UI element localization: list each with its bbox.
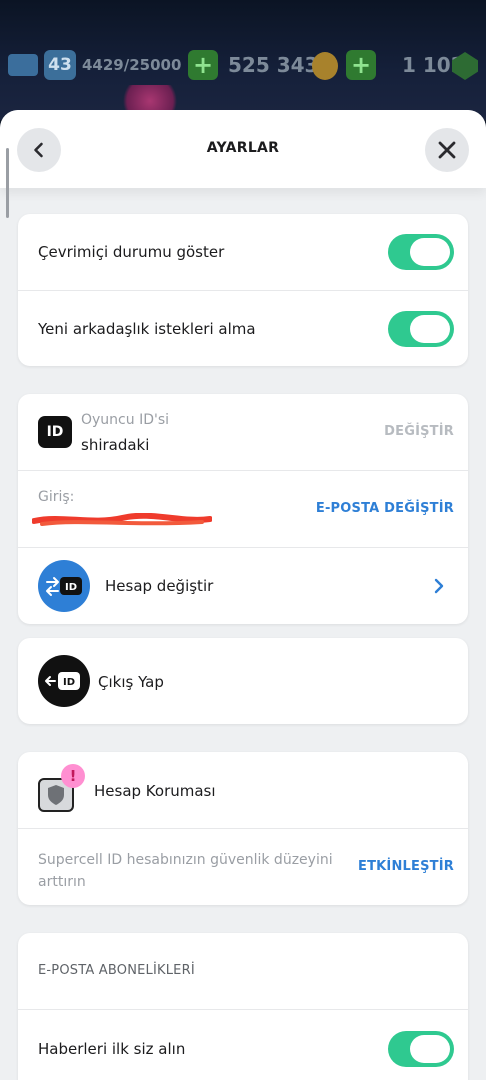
protection-description: Supercell ID hesabınızın güvenlik düzeyi… [38,852,333,890]
email-section-header: E-POSTA ABONELİKLERİ [18,933,468,1009]
close-icon [438,141,456,159]
flag-icon [8,54,38,76]
protection-description-row: Supercell ID hesabınızın güvenlik düzeyi… [18,828,468,905]
switch-account-label: Hesap değiştir [105,577,214,595]
player-id-row: ID Oyuncu ID'si shiradaki DEĞİŞTİR [18,394,468,470]
player-id-value: shiradaki [81,436,150,454]
level-badge: 43 [44,50,76,80]
friend-requests-toggle[interactable] [388,311,454,347]
svg-text:ID: ID [65,582,77,593]
toggle-knob [410,1035,450,1063]
page-title: AYARLAR [206,140,280,156]
coin-icon [312,52,338,80]
id-icon: ID [38,416,72,448]
switch-account-row[interactable]: ID Hesap değiştir [18,547,468,624]
news-label: Haberleri ilk siz alın [38,1040,186,1058]
alert-badge: ! [61,764,85,788]
chevron-right-icon [434,578,444,594]
add-gold-button: + [188,50,218,80]
change-id-button[interactable]: DEĞİŞTİR [384,424,454,439]
game-hud-background: 43 4429/25000 + 525 343 + 1 102 [0,0,486,125]
logout-card[interactable]: ID Çıkış Yap [18,638,468,724]
panel-header: AYARLAR [0,110,486,188]
status-settings-card: Çevrimiçi durumu göster Yeni arkadaşlık … [18,214,468,366]
email-section-title: E-POSTA ABONELİKLERİ [38,963,195,978]
xp-counter: 4429/25000 [82,56,182,74]
add-gems-button: + [346,50,376,80]
settings-panel: AYARLAR Çevrimiçi durumu göster Yeni ark… [0,110,486,1080]
protection-title: Hesap Koruması [94,782,216,800]
logout-label: Çıkış Yap [98,673,164,691]
player-id-label: Oyuncu ID'si [81,412,170,428]
login-label: Giriş: [38,489,75,505]
online-status-toggle[interactable] [388,234,454,270]
toggle-knob [410,315,450,343]
close-button[interactable] [425,128,469,172]
change-email-button[interactable]: E-POSTA DEĞİŞTİR [316,501,454,516]
friend-requests-label: Yeni arkadaşlık istekleri alma [38,320,256,338]
login-row: Giriş: E-POSTA DEĞİŞTİR [18,470,468,547]
account-card: ID Oyuncu ID'si shiradaki DEĞİŞTİR Giriş… [18,394,468,624]
friend-requests-row: Yeni arkadaşlık istekleri alma [18,290,468,366]
online-status-row: Çevrimiçi durumu göster [18,214,468,290]
toggle-knob [410,238,450,266]
email-subscriptions-card: E-POSTA ABONELİKLERİ Haberleri ilk siz a… [18,933,468,1080]
scrollbar[interactable] [6,148,9,218]
redacted-email-scribble [32,513,212,526]
svg-text:ID: ID [63,677,75,688]
switch-account-icon: ID [38,560,90,612]
protection-title-row: ! Hesap Koruması [18,752,468,828]
online-status-label: Çevrimiçi durumu göster [38,243,225,261]
account-protection-card: ! Hesap Koruması Supercell ID hesabınızı… [18,752,468,905]
gold-counter: 525 343 [228,53,319,77]
news-row: Haberleri ilk siz alın [18,1009,468,1080]
logout-icon: ID [38,655,90,707]
news-toggle[interactable] [388,1031,454,1067]
enable-protection-button[interactable]: ETKİNLEŞTİR [358,859,454,874]
